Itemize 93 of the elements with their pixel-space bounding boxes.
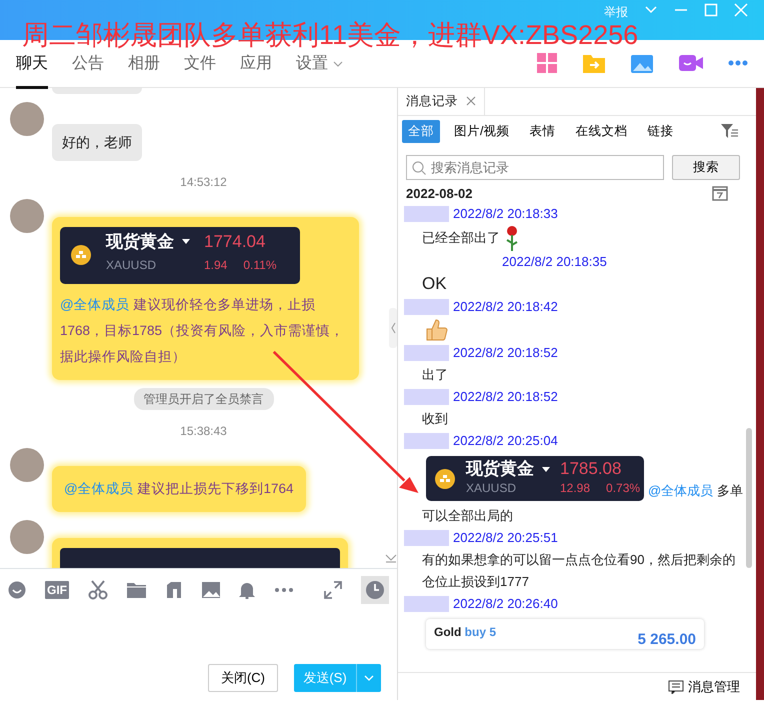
- thumbs-up-icon: [424, 318, 448, 342]
- picture-icon[interactable]: [630, 52, 654, 74]
- history-clock-icon[interactable]: [361, 576, 389, 604]
- close-icon[interactable]: [466, 96, 476, 106]
- maximize-icon[interactable]: [704, 3, 718, 17]
- caret-icon: [182, 239, 190, 246]
- trade-card[interactable]: Gold buy 5 5 265.00: [426, 618, 704, 649]
- trade-label: Gold buy 5: [434, 624, 496, 641]
- tab[interactable]: 公告: [72, 52, 104, 89]
- message-time: 2022/8/2 20:18:52: [453, 344, 558, 362]
- tab[interactable]: 聊天: [16, 52, 48, 89]
- message-time: 2022/8/2 20:18:42: [453, 298, 558, 316]
- avatar: [10, 448, 44, 482]
- tab[interactable]: 应用: [240, 52, 272, 89]
- quote-symbol: XAUUSD: [106, 256, 158, 274]
- quote-change: 12.98: [560, 480, 590, 497]
- sender-name-placeholder: [404, 433, 449, 450]
- filter-tab[interactable]: 在线文档: [569, 120, 634, 143]
- quote-symbol: XAUUSD: [466, 480, 518, 497]
- message-time: 2022/8/2 20:25:04: [453, 432, 558, 450]
- sender-name-placeholder: [404, 206, 449, 222]
- message-text: 出了: [422, 366, 448, 384]
- message-text: OK: [422, 274, 447, 294]
- avatar: [10, 199, 44, 233]
- folder-icon[interactable]: [127, 582, 146, 598]
- gif-button[interactable]: GIF: [45, 580, 69, 598]
- search-field[interactable]: 搜索消息记录: [406, 154, 664, 180]
- message-text: @全体成员 多单: [648, 482, 743, 500]
- sender-name-placeholder: [404, 345, 449, 362]
- message-text: @全体成员 建议现价轻仓多单进场，止损1768，目标1785（投资有风险，入市需谨慎，据此操作风险自担）: [60, 296, 346, 366]
- caret-icon: [542, 466, 550, 473]
- quote-percent: 0.73%: [606, 480, 640, 497]
- scrollbar-thumb[interactable]: [746, 428, 752, 568]
- sender-name-placeholder: [404, 299, 449, 316]
- filter-tab[interactable]: 链接: [641, 120, 680, 143]
- avatar: [10, 520, 44, 554]
- scissors-icon[interactable]: [88, 580, 108, 600]
- message-time: 2022/8/2 20:18:33: [453, 205, 558, 224]
- message-text: 已经全部出了: [422, 229, 500, 248]
- tab[interactable]: 文件: [184, 52, 216, 89]
- filter-icon[interactable]: [720, 123, 738, 140]
- coin-icon: [70, 244, 92, 266]
- search-icon: [412, 160, 426, 175]
- sender-name-placeholder: [404, 530, 449, 546]
- message-manager-button[interactable]: 消息管理: [668, 676, 740, 696]
- timestamp: 14:53:12: [179, 174, 228, 191]
- quote-name: 现货黄金: [466, 460, 534, 479]
- more-icon[interactable]: [274, 586, 294, 592]
- filter-tab[interactable]: 表情: [523, 120, 562, 143]
- quote-percent: 0.11%: [243, 256, 276, 274]
- bell-icon[interactable]: [239, 580, 255, 598]
- quote-name: 现货黄金: [106, 233, 174, 252]
- message-time: 2022/8/2 20:18:35: [502, 254, 607, 270]
- message-time: 2022/8/2 20:25:51: [453, 528, 558, 547]
- quote-price: 1774.04: [204, 233, 266, 252]
- quote-change: 1.94: [204, 256, 228, 274]
- sender-name-placeholder: [404, 596, 449, 612]
- video-camera-icon[interactable]: [678, 52, 704, 74]
- close-button[interactable]: 关闭(C): [208, 664, 278, 692]
- coin-icon: [434, 468, 456, 490]
- message-bubble: 好的，老师: [52, 124, 142, 161]
- quote-card[interactable]: 现货黄金 XAUUSD 1774.04 1.94 0.11%: [60, 227, 300, 284]
- grid-icon[interactable]: [536, 52, 558, 74]
- filter-tab[interactable]: 图片/视频: [448, 120, 516, 143]
- system-notice: 管理员开启了全员禁言: [134, 388, 274, 410]
- message-time: 2022/8/2 20:18:52: [453, 388, 558, 406]
- caret-icon: [364, 674, 374, 682]
- search-button[interactable]: 搜索: [672, 154, 740, 180]
- scroll-down-icon[interactable]: [385, 554, 397, 564]
- message-time: 2022/8/2 20:26:40: [453, 594, 558, 613]
- message-text: 收到: [422, 410, 448, 428]
- sender-name-placeholder: [404, 389, 449, 406]
- message-input[interactable]: 关闭(C) 发送(S): [0, 610, 397, 700]
- panel-tab[interactable]: 消息记录: [398, 88, 485, 115]
- smiley-icon[interactable]: [8, 580, 26, 598]
- expand-icon[interactable]: [324, 580, 342, 598]
- calendar-icon[interactable]: [712, 185, 728, 202]
- date-heading: 2022-08-02: [406, 184, 472, 203]
- image-icon[interactable]: [202, 582, 220, 598]
- message-text: 可以全部出局的: [422, 506, 513, 525]
- avatar: [10, 102, 44, 136]
- trade-amount: 5 265.00: [638, 630, 696, 645]
- quote-price: 1785.08: [560, 460, 622, 479]
- tab[interactable]: 相册: [128, 52, 160, 89]
- message-icon: [668, 680, 684, 694]
- message-text: 有的如果想拿的可以留一点点仓位看90，然后把剩余的仓位止损设到1777: [422, 550, 736, 591]
- timestamp: 15:38:43: [179, 422, 228, 440]
- more-icon[interactable]: [728, 60, 748, 66]
- rose-icon: [504, 225, 520, 252]
- tab[interactable]: 设置: [296, 52, 343, 89]
- quote-card[interactable]: 现货黄金 XAUUSD 1785.08 12.98 0.73%: [426, 456, 644, 501]
- collapse-handle-icon[interactable]: [389, 308, 397, 348]
- message-text: @全体成员 建议把止损先下移到1764: [63, 480, 295, 498]
